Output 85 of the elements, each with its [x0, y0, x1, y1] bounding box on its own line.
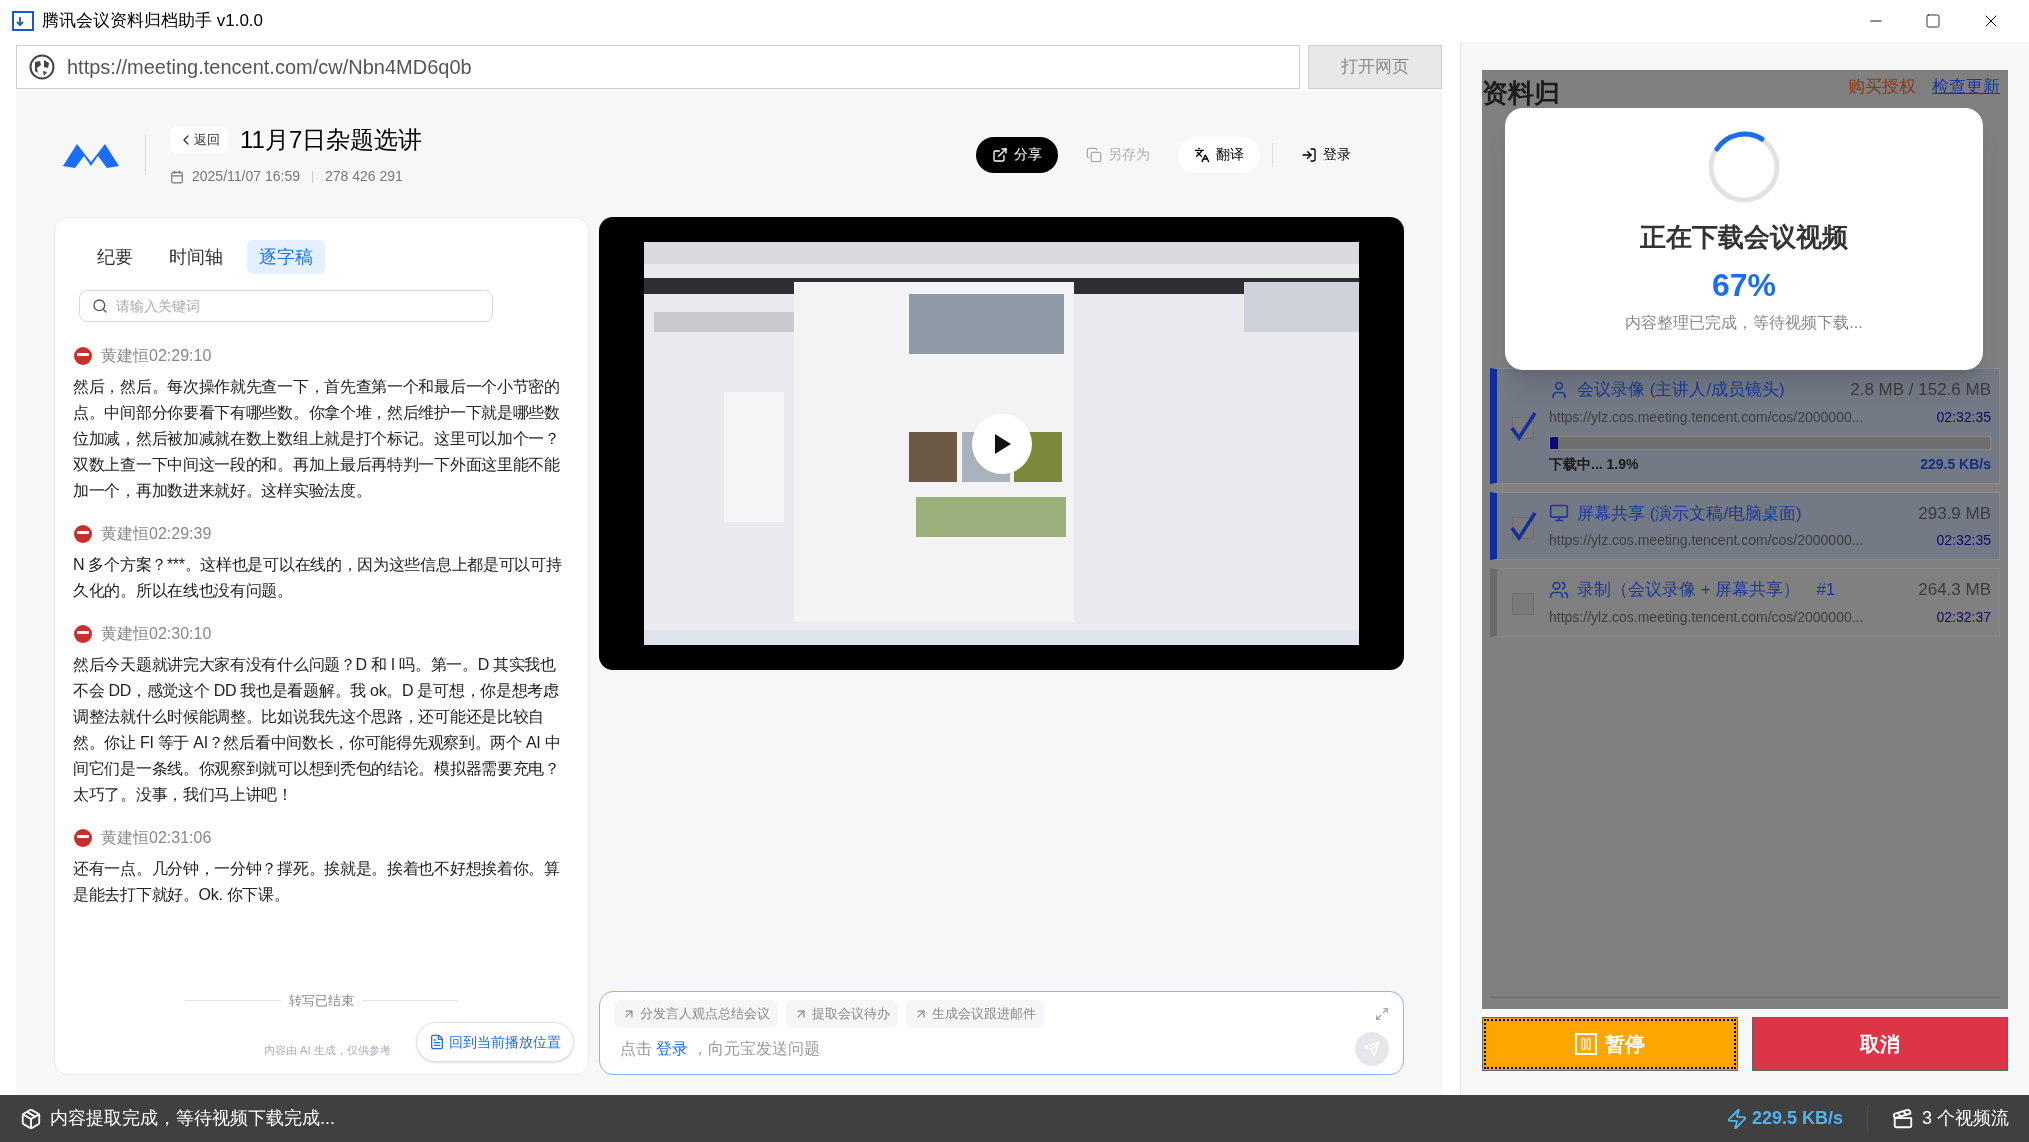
timestamp: 02:30:10 — [149, 624, 212, 644]
loading-spinner-icon — [1707, 130, 1781, 204]
stream-duration: 02:32:35 — [1936, 531, 1991, 550]
meeting-date: 2025/11/07 16:59 — [192, 167, 300, 186]
stream-size: 2.8 MB / 152.6 MB — [1850, 379, 1991, 401]
package-icon — [20, 1107, 42, 1130]
speaker-name: 黄建恒 — [101, 524, 149, 544]
transcript-text: 还有一点。几分钟，一分钟？撑死。挨就是。挨着也不好想挨着你。算是能去打下就好。Ok. 你下课。 — [73, 859, 561, 905]
lightning-icon — [1725, 1107, 1748, 1130]
share-button[interactable]: 分享 — [976, 136, 1058, 173]
suggestion-chip[interactable]: 分发言人观点总结会议 — [614, 1000, 779, 1028]
stream-tag: #1 — [1816, 577, 1836, 603]
search-icon — [92, 298, 108, 314]
download-speed: 229.5 KB/s — [1920, 454, 1991, 474]
timestamp: 02:31:06 — [149, 828, 212, 848]
login-icon — [1301, 146, 1317, 163]
app-icon — [12, 10, 34, 32]
pause-icon — [1575, 1033, 1597, 1055]
stream-title: 录制（会议录像 + 屏幕共享） — [1577, 579, 1801, 601]
modal-message: 内容整理已完成，等待视频下载... — [1625, 313, 1863, 333]
status-speed: 229.5 KB/s — [1751, 1107, 1843, 1130]
transcript-text: 然后今天题就讲完大家有没有什么问题？D 和 I 吗。第一。D 其实我也不会 DD，感觉这个 DD 我也是看题解。我 ok。D 是可想，你是想考虑调整法就什么时候能调整。比如说我先这个思路，还可能还是比较自然。你让 FI 等于 AI？然后看中间数长，你可能得先观察到。两个 AI 中间它们是一条线。你观察到就可以想到秃包的结论。模拟器需要充电？太巧了。没事，我们马上讲吧！ — [73, 655, 562, 805]
stream-duration: 02:32:37 — [1936, 607, 1991, 627]
search-field[interactable]: 请输入关键词 — [79, 290, 493, 322]
login-link[interactable]: 登录 — [656, 1037, 689, 1061]
login-button[interactable]: 登录 — [1285, 136, 1367, 173]
stream-size: 264.3 MB — [1918, 579, 1991, 601]
jump-to-playback-button[interactable]: 回到当前播放位置 — [416, 1022, 575, 1062]
url-field[interactable]: https://meeting.tencent.com/cw/Nbn4MD6q0b — [16, 45, 1300, 89]
status-message: 内容提取完成，等待视频下载完成... — [50, 1107, 335, 1130]
speaker-name: 黄建恒 — [101, 828, 149, 848]
translate-icon — [1194, 146, 1210, 163]
chat-prompt: 点击 — [620, 1039, 653, 1059]
tab[interactable]: 时间轴 — [157, 240, 235, 274]
tab[interactable]: 纪要 — [85, 240, 145, 274]
video-player[interactable] — [599, 217, 1404, 670]
stream-item[interactable]: 录制（会议录像 + 屏幕共享） #1 264.3 MB https://ylz.cos.meeting.tencent.com/cos/2000000... 02:32:37 — [1490, 568, 2000, 637]
checkbox[interactable] — [1509, 510, 1537, 541]
cancel-button[interactable]: 取消 — [1752, 1017, 2008, 1071]
translate-button[interactable]: 翻译 — [1178, 136, 1260, 173]
suggestion-chip[interactable]: 生成会议跟进邮件 — [906, 1000, 1045, 1028]
expand-icon[interactable] — [1375, 1007, 1389, 1021]
check-update-link[interactable]: 检查更新 — [1932, 74, 2000, 100]
tab[interactable]: 逐字稿 — [247, 240, 325, 274]
meeting-id: 278 426 291 — [324, 167, 403, 186]
recording-icon — [1549, 579, 1569, 600]
globe-icon — [29, 54, 55, 80]
stream-url: https://ylz.cos.meeting.tencent.com/cos/2000000... — [1549, 531, 1864, 550]
send-icon — [1364, 1041, 1380, 1057]
search-input[interactable]: 请输入关键词 — [116, 295, 480, 317]
stream-url: https://ylz.cos.meeting.tencent.com/cos/2000000... — [1549, 407, 1864, 427]
stream-size: 293.9 MB — [1918, 502, 1991, 525]
modal-title: 正在下载会议视频 — [1640, 221, 1848, 254]
speaker-name: 黄建恒 — [101, 624, 149, 644]
ai-disclaimer: 内容由 AI 生成，仅供参考 — [264, 1042, 391, 1058]
transcript-end-note: 转写已结束 — [289, 991, 355, 1010]
maximize-icon[interactable] — [1925, 13, 1941, 29]
transcript-text: 然后，然后。每次操作就先查一下，首先查第一个和最后一个小节密的点。中间部分你要看下有哪些数。你拿个堆，然后维护一下就是哪些数位加减，然后被加减就在数上数组上就是打个标记。这里可以加个一？双数上查一下中间这一段的和。再加上最后再特判一下外面这里能不能加一个，再加数进来就好。这样实验法度。 — [73, 377, 561, 501]
stream-title: 屏幕共享 (演示文稿/电脑桌面) — [1577, 502, 1802, 525]
timestamp: 02:29:39 — [149, 524, 212, 544]
timestamp: 02:29:10 — [149, 346, 212, 366]
back-button[interactable]: 返回 — [170, 127, 228, 153]
share-icon — [992, 146, 1008, 163]
suggestion-chip[interactable]: 提取会议待办 — [786, 1000, 899, 1028]
speaker-name: 黄建恒 — [101, 346, 149, 366]
document-icon — [429, 1034, 446, 1050]
checkbox[interactable] — [1509, 410, 1537, 441]
download-status: 下载中... 1.9% — [1549, 454, 1639, 474]
stream-item[interactable]: 会议录像 (主讲人/成员镜头) 2.8 MB / 152.6 MB https://ylz.cos.meeting.tencent.com/cos/2000000... 02:32:35 下载中... 1.9% 229.5 KB/s — [1490, 368, 2000, 484]
clapperboard-icon — [1892, 1107, 1914, 1130]
stream-url: https://ylz.cos.meeting.tencent.com/cos/2000000... — [1549, 607, 1864, 627]
download-percent: 67% — [1711, 266, 1776, 305]
stream-item[interactable]: 屏幕共享 (演示文稿/电脑桌面) 293.9 MB https://ylz.cos.meeting.tencent.com/cos/2000000... 02:32:35 — [1490, 491, 2000, 560]
transcript-text: N 多个方案？***。这样也是可以在线的，因为这些信息上都是可以可持久化的。所以在线也没有问题。 — [73, 555, 563, 601]
stream-title: 会议录像 (主讲人/成员镜头) — [1577, 379, 1785, 401]
camera-icon — [1549, 379, 1569, 400]
window-title: 腾讯会议资料归档助手 v1.0.0 — [42, 10, 264, 33]
calendar-icon — [170, 169, 184, 184]
stream-duration: 02:32:35 — [1936, 407, 1991, 427]
meeting-title: 11月7日杂题选讲 — [240, 125, 423, 155]
console-title: 资料归 — [1482, 77, 1560, 110]
copy-icon — [1086, 146, 1102, 163]
screen-icon — [1549, 503, 1569, 524]
chat-prompt: ，向元宝发送问题 — [692, 1039, 821, 1059]
video-stream-count: 3 个视频流 — [1922, 1107, 2009, 1130]
